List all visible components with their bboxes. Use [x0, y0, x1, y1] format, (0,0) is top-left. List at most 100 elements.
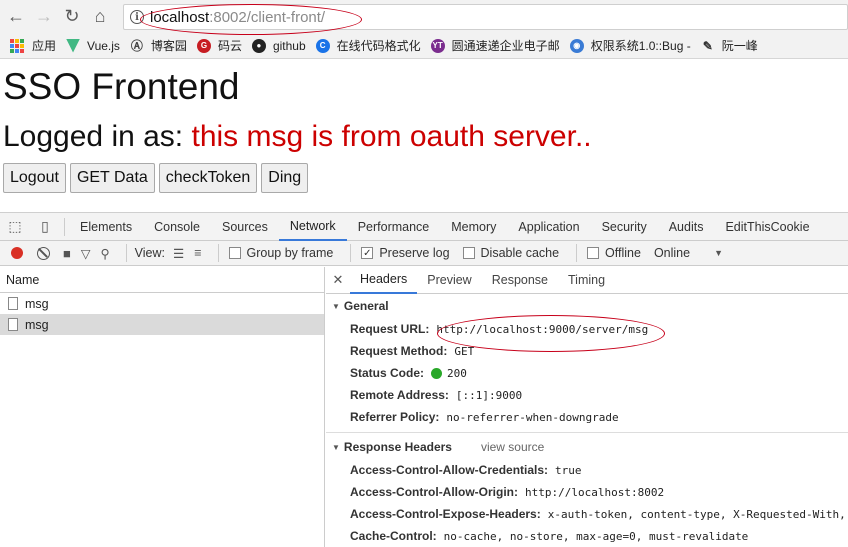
- github-icon: ●: [251, 38, 266, 53]
- back-icon[interactable]: ←: [4, 5, 28, 29]
- general-header[interactable]: ▼ General: [326, 294, 848, 318]
- preserve-log-label: Preserve log: [379, 246, 450, 260]
- tab-headers[interactable]: Headers: [350, 267, 418, 294]
- tab-editthiscookie[interactable]: EditThisCookie: [714, 213, 820, 241]
- header-key: Request URL:: [350, 322, 430, 336]
- bookmarks-bar: 应用 Vue.js Ⓐ 博客园 G 码云 ● github C 在线代码格式化 …: [0, 33, 848, 59]
- request-name: msg: [25, 317, 49, 332]
- devtools-tabs: ⬚ ▯ Elements Console Sources Network Per…: [0, 213, 848, 241]
- tab-application[interactable]: Application: [507, 213, 590, 241]
- apps-grid-icon: [10, 38, 24, 53]
- bookmark-ruanyifeng[interactable]: ✎ 阮一峰: [701, 37, 758, 54]
- page-title: SSO Frontend: [3, 66, 240, 107]
- bookmark-github[interactable]: ● github: [251, 38, 306, 53]
- tab-memory[interactable]: Memory: [440, 213, 507, 241]
- offline-checkbox[interactable]: [587, 247, 600, 259]
- logged-in-heading: Logged in as: this msg is from oauth ser…: [3, 120, 592, 154]
- get-data-button[interactable]: GET Data: [69, 163, 155, 193]
- chevron-down-icon[interactable]: ▼: [714, 248, 723, 258]
- bookmark-apps[interactable]: 应用: [10, 37, 56, 54]
- general-title: General: [343, 299, 389, 313]
- name-column-header[interactable]: Name: [0, 267, 324, 293]
- ding-button[interactable]: Ding: [261, 163, 309, 193]
- request-row[interactable]: msg: [0, 293, 324, 314]
- bookmark-bug-system[interactable]: ◉ 权限系统1.0::Bug -: [569, 37, 691, 54]
- response-header-row: Cache-Control: no-cache, no-store, max-a…: [326, 525, 848, 547]
- vue-icon: [66, 38, 81, 53]
- tab-audits[interactable]: Audits: [658, 213, 715, 241]
- record-icon[interactable]: [11, 247, 23, 259]
- search-icon[interactable]: ⚲: [100, 246, 109, 261]
- throttle-select[interactable]: Online: [654, 246, 690, 260]
- bookmark-vuejs[interactable]: Vue.js: [66, 38, 120, 53]
- tab-timing[interactable]: Timing: [558, 267, 615, 294]
- camera-icon[interactable]: ■: [63, 246, 71, 261]
- response-header-row: Access-Control-Allow-Origin: http://loca…: [326, 481, 848, 503]
- tab-security[interactable]: Security: [591, 213, 658, 241]
- bookmark-label: 应用: [32, 39, 57, 53]
- header-value: http://localhost:8002: [525, 485, 665, 499]
- general-section: ▼ General Request URL: http://localhost:…: [326, 294, 848, 428]
- bookmark-formatter[interactable]: C 在线代码格式化: [315, 37, 421, 54]
- disable-cache-option[interactable]: Disable cache: [462, 246, 559, 260]
- mail-icon: YT: [430, 38, 445, 53]
- header-value: GET: [454, 344, 475, 358]
- view-source-link[interactable]: view source: [481, 440, 544, 454]
- logout-button[interactable]: Logout: [3, 163, 66, 193]
- view-label: View:: [134, 246, 165, 260]
- tab-sources[interactable]: Sources: [211, 213, 279, 241]
- close-icon[interactable]: ✕: [326, 272, 350, 288]
- bookmark-yto-mail[interactable]: YT 圆通速递企业电子邮: [430, 37, 560, 54]
- header-key: Request Method:: [350, 344, 448, 358]
- remote-address-row: Remote Address: [::1]:9000: [326, 384, 848, 406]
- group-by-frame-checkbox[interactable]: [228, 247, 241, 259]
- action-buttons: Logout GET Data checkToken Ding: [3, 163, 312, 193]
- preserve-log-option[interactable]: ✓ Preserve log: [361, 246, 450, 260]
- referrer-policy-row: Referrer Policy: no-referrer-when-downgr…: [326, 406, 848, 428]
- tab-performance[interactable]: Performance: [347, 213, 441, 241]
- tab-preview[interactable]: Preview: [417, 267, 481, 294]
- tab-elements[interactable]: Elements: [69, 213, 143, 241]
- gitee-icon: G: [196, 38, 211, 53]
- check-token-button[interactable]: checkToken: [158, 163, 258, 193]
- header-key: Referrer Policy:: [350, 410, 440, 424]
- bookmark-cnblogs[interactable]: Ⓐ 博客园: [130, 37, 187, 54]
- inspect-icon[interactable]: ⬚: [0, 213, 30, 241]
- forward-icon[interactable]: →: [32, 5, 56, 29]
- address-bar[interactable]: i localhost:8002/client-front/: [123, 4, 848, 30]
- bookmark-label: 在线代码格式化: [336, 39, 421, 53]
- group-by-frame-option[interactable]: Group by frame: [228, 246, 333, 260]
- clear-icon[interactable]: [37, 246, 50, 260]
- large-rows-icon[interactable]: ☰: [173, 246, 184, 261]
- header-value: x-auth-token, content-type, X-Requested-…: [547, 507, 848, 521]
- status-code-row: Status Code: 200: [326, 362, 848, 384]
- bookmark-gitee[interactable]: G 码云: [196, 37, 242, 54]
- device-toolbar-icon[interactable]: ▯: [30, 213, 60, 241]
- request-method-row: Request Method: GET: [326, 340, 848, 362]
- preserve-log-checkbox[interactable]: ✓: [361, 247, 374, 259]
- disable-cache-checkbox[interactable]: [462, 247, 475, 259]
- info-icon[interactable]: i: [130, 10, 144, 24]
- detail-tabs: ✕ Headers Preview Response Timing: [326, 267, 848, 294]
- divider: [64, 217, 65, 236]
- home-icon[interactable]: ⌂: [88, 5, 112, 29]
- response-header-row: Access-Control-Expose-Headers: x-auth-to…: [326, 503, 848, 525]
- formatter-icon: C: [315, 38, 330, 53]
- offline-option[interactable]: Offline: [587, 246, 641, 260]
- url-host: localhost: [150, 8, 210, 26]
- header-key: Access-Control-Allow-Origin:: [350, 485, 519, 499]
- response-headers-header[interactable]: ▼ Response Headers view source: [326, 435, 848, 459]
- tab-response[interactable]: Response: [482, 267, 558, 294]
- filter-icon[interactable]: ▽: [81, 246, 91, 261]
- expand-triangle-icon: ▼: [332, 301, 340, 311]
- status-ok-icon: [431, 367, 443, 379]
- request-list: Name msg msg: [0, 267, 325, 547]
- overview-icon[interactable]: ≡: [194, 246, 201, 260]
- network-toolbar: ■ ▽ ⚲ View: ☰ ≡ Group by frame ✓ Preserv…: [0, 241, 848, 266]
- bookmark-label: 权限系统1.0::Bug -: [590, 39, 691, 53]
- tab-network[interactable]: Network: [278, 213, 347, 241]
- tab-console[interactable]: Console: [143, 213, 211, 241]
- header-key: Access-Control-Expose-Headers:: [350, 507, 541, 521]
- request-row-selected[interactable]: msg: [0, 314, 324, 335]
- reload-icon[interactable]: ↻: [60, 5, 84, 29]
